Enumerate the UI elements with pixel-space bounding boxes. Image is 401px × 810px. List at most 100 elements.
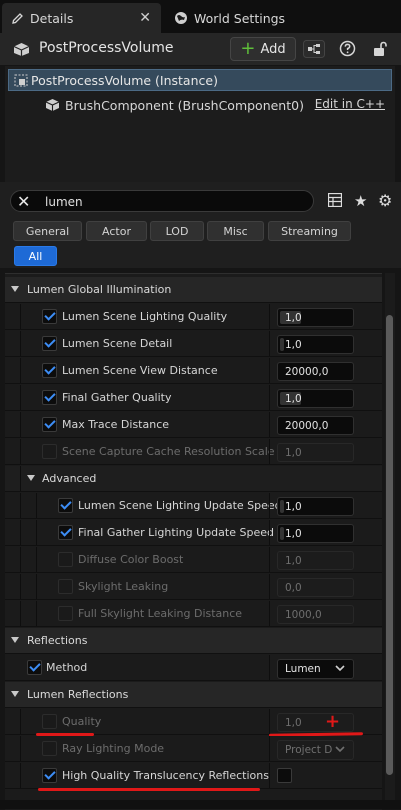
override-checkbox[interactable] [58,525,73,540]
add-button-label: Add [260,41,286,57]
tab-details[interactable]: Details ✕ [2,3,161,33]
search-bar: ✕ ★ ⚙ [0,182,401,220]
filter-actor-button[interactable]: Actor [86,221,147,241]
numeric-field[interactable]: 1,0 [277,389,354,408]
ray-lighting-dropdown[interactable]: Project D [277,740,354,760]
property-matrix-icon[interactable] [327,192,343,210]
value-checkbox[interactable] [277,768,292,783]
collapse-arrow-icon[interactable] [11,286,19,292]
pencil-icon [10,11,24,25]
property-label: Quality [62,715,102,728]
numeric-field[interactable]: 1,0 [277,308,354,327]
property-row: Lumen Scene Lighting Quality 1,0 [5,304,382,330]
field-value: 20000,0 [285,420,329,432]
tab-details-label: Details [30,10,74,26]
property-label: Scene Capture Cache Resolution Scale [62,445,275,458]
override-checkbox[interactable] [42,390,57,405]
override-checkbox[interactable] [42,741,57,756]
property-row: Skylight Leaking 0,0 [5,574,382,600]
property-row: Full Skylight Leaking Distance 1000,0 [5,601,382,627]
field-value: 1000,0 [285,609,322,621]
property-row: Final Gather Quality 1,0 [5,385,382,411]
category-advanced[interactable]: Advanced [5,466,382,492]
filter-streaming-button[interactable]: Streaming [268,221,351,241]
override-checkbox[interactable] [42,363,57,378]
category-label: Lumen Global Illumination [27,283,172,296]
tree-item-instance[interactable]: PostProcessVolume (Instance) [8,69,392,91]
property-row: Scene Capture Cache Resolution Scale 1,0 [5,439,382,465]
filter-lod-button[interactable]: LOD [150,221,204,241]
numeric-field[interactable]: 1,0 [277,497,354,516]
override-checkbox[interactable] [58,606,73,621]
override-checkbox[interactable] [27,660,42,675]
numeric-field[interactable]: 20000,0 [277,416,354,435]
override-checkbox[interactable] [42,768,57,783]
property-label: High Quality Translucency Reflections [62,769,269,782]
edit-in-cpp-link[interactable]: Edit in C++ [315,97,385,111]
numeric-field[interactable]: 20000,0 [277,362,354,381]
field-value: 1,0 [285,312,302,324]
add-component-button[interactable]: + Add [230,37,296,61]
field-value: 1,0 [285,393,302,405]
field-value: 1,0 [285,717,302,729]
numeric-field[interactable]: 1000,0 [277,605,354,624]
numeric-field[interactable]: 1,0 [277,335,354,354]
cube-component-icon [45,98,60,115]
property-row: Lumen Scene Lighting Update Speed 1,0 [5,493,382,519]
category-label: Advanced [42,472,97,485]
field-value: 20000,0 [285,366,329,378]
close-icon[interactable]: ✕ [139,10,151,26]
clear-search-icon[interactable]: ✕ [17,192,30,211]
actor-cube-icon [13,42,30,60]
tree-item-instance-label: PostProcessVolume (Instance) [31,72,218,88]
field-value: 1,0 [285,555,302,567]
override-checkbox[interactable] [58,552,73,567]
help-icon[interactable] [339,40,356,60]
tab-world-settings[interactable]: World Settings [166,3,366,33]
method-dropdown[interactable]: Lumen [277,659,354,679]
filter-misc-button[interactable]: Misc [207,221,264,241]
override-checkbox[interactable] [42,309,57,324]
override-checkbox[interactable] [42,417,57,432]
numeric-field[interactable]: 1,0 [277,524,354,543]
collapse-arrow-icon[interactable] [11,637,19,643]
category-label: Reflections [27,634,88,647]
component-tree: PostProcessVolume (Instance) BrushCompon… [5,66,395,182]
collapse-arrow-icon[interactable] [11,691,19,697]
override-checkbox[interactable] [42,444,57,459]
scrollbar[interactable] [385,273,395,809]
numeric-field[interactable]: 1,0 [277,713,354,732]
lock-icon[interactable] [372,41,388,60]
actor-instance-icon [14,74,28,90]
gear-icon[interactable]: ⚙ [378,191,392,210]
scrollbar-thumb[interactable] [386,315,393,775]
property-row: Lumen Scene Detail 1,0 [5,331,382,357]
dropdown-value: Lumen [285,663,321,675]
numeric-field[interactable]: 1,0 [277,551,354,570]
numeric-field[interactable]: 1,0 [277,443,354,462]
filter-general-button[interactable]: General [13,221,82,241]
annotation-underline [38,788,260,791]
category-lumen-gi[interactable]: Lumen Global Illumination [5,277,382,303]
override-checkbox[interactable] [42,336,57,351]
override-checkbox[interactable] [58,498,73,513]
field-value: 1,0 [285,339,302,351]
tab-world-settings-label: World Settings [194,10,286,26]
property-row: Final Gather Lighting Update Speed 1,0 [5,520,382,546]
collapse-arrow-icon[interactable] [27,475,35,481]
property-row-hq-translucency: High Quality Translucency Reflections [5,763,382,789]
star-icon[interactable]: ★ [354,192,367,210]
plus-icon: + [240,38,256,59]
filter-all-button[interactable]: All [14,246,57,266]
override-checkbox[interactable] [58,579,73,594]
override-checkbox[interactable] [42,714,57,729]
blueprint-icon[interactable] [303,40,325,61]
actor-name: PostProcessVolume [39,40,174,56]
numeric-field[interactable]: 0,0 [277,578,354,597]
category-lumen-reflections[interactable]: Lumen Reflections [5,682,382,708]
search-input[interactable] [43,193,297,211]
details-header: PostProcessVolume + Add [0,33,401,65]
category-reflections[interactable]: Reflections [5,628,382,654]
property-panel: Lumen Global Illumination Lumen Scene Li… [5,273,382,810]
property-label: Lumen Scene Lighting Update Speed [78,499,282,512]
